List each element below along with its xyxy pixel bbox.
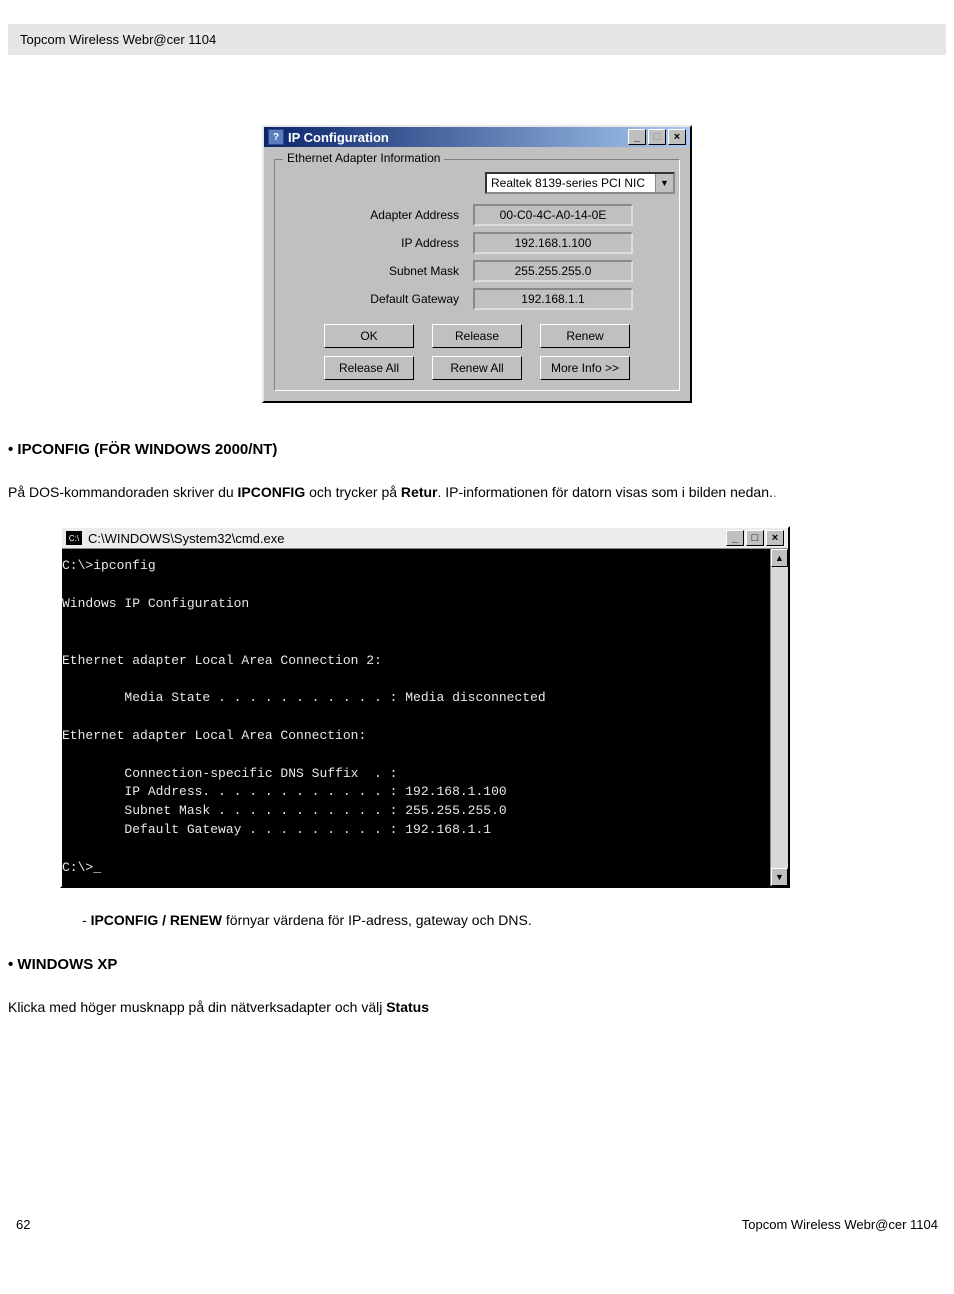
para-text: och trycker på [305, 484, 401, 500]
body-paragraph: På DOS-kommandoraden skriver du IPCONFIG… [8, 482, 946, 502]
sub-bullet: - IPCONFIG / RENEW förnyar värdena för I… [82, 912, 946, 928]
fieldset-legend: Ethernet Adapter Information [283, 151, 444, 165]
bullet-prefix: - [82, 912, 91, 928]
close-icon[interactable]: × [766, 530, 784, 546]
para-bold: IPCONFIG [238, 484, 306, 500]
cmd-window: C:\ C:\WINDOWS\System32\cmd.exe _ □ × C:… [60, 526, 790, 887]
scroll-up-icon[interactable]: ▲ [771, 549, 788, 567]
para-text: . IP-informationen för datorn visas som … [437, 484, 772, 500]
subnet-mask-value: 255.255.255.0 [473, 260, 633, 282]
dialog-body: Ethernet Adapter Information Realtek 813… [264, 147, 690, 401]
cmd-body-wrap: C:\>ipconfig Windows IP Configuration Et… [62, 548, 788, 885]
page-header: Topcom Wireless Webr@cer 1104 [8, 24, 946, 55]
scrollbar[interactable]: ▲ ▼ [770, 549, 788, 885]
dialog-title: IP Configuration [288, 130, 389, 145]
para-text: Klicka med höger musknapp på din nätverk… [8, 999, 386, 1015]
adapter-address-label: Adapter Address [285, 208, 473, 222]
close-icon[interactable]: × [668, 129, 686, 145]
ip-address-label: IP Address [285, 236, 473, 250]
subnet-mask-label: Subnet Mask [285, 264, 473, 278]
button-row-2: Release All Renew All More Info >> [285, 356, 669, 380]
para-bold: Status [386, 999, 429, 1015]
para-bold: Retur [401, 484, 438, 500]
ipconfig-dialog: ? IP Configuration _ □ × Ethernet Adapte… [262, 125, 692, 403]
footer-brand: Topcom Wireless Webr@cer 1104 [742, 1217, 938, 1232]
adapter-select[interactable]: Realtek 8139-series PCI NIC ▼ [485, 172, 675, 194]
green-dot: . [773, 484, 777, 500]
info-row: Default Gateway 192.168.1.1 [285, 288, 669, 310]
body-paragraph: Klicka med höger musknapp på din nätverk… [8, 997, 946, 1017]
cmd-icon: C:\ [66, 531, 82, 545]
scroll-down-icon[interactable]: ▼ [771, 868, 788, 886]
renew-all-button[interactable]: Renew All [432, 356, 522, 380]
para-text: På DOS-kommandoraden skriver du [8, 484, 238, 500]
ipconfig-dialog-wrap: ? IP Configuration _ □ × Ethernet Adapte… [8, 125, 946, 403]
bullet-bold: IPCONFIG / RENEW [91, 912, 222, 928]
default-gateway-value: 192.168.1.1 [473, 288, 633, 310]
dialog-app-icon: ? [268, 129, 284, 145]
adapter-address-value: 00-C0-4C-A0-14-0E [473, 204, 633, 226]
info-row: Adapter Address 00-C0-4C-A0-14-0E [285, 204, 669, 226]
maximize-icon[interactable]: □ [648, 129, 666, 145]
button-row-1: OK Release Renew [285, 324, 669, 348]
minimize-icon[interactable]: _ [726, 530, 744, 546]
cmd-output[interactable]: C:\>ipconfig Windows IP Configuration Et… [62, 549, 770, 885]
page-footer: 62 Topcom Wireless Webr@cer 1104 [8, 1217, 946, 1232]
scroll-track[interactable] [771, 567, 788, 867]
cmd-window-wrap: C:\ C:\WINDOWS\System32\cmd.exe _ □ × C:… [60, 526, 946, 887]
window-control-buttons: _ □ × [726, 530, 784, 546]
info-row: IP Address 192.168.1.100 [285, 232, 669, 254]
page-header-title: Topcom Wireless Webr@cer 1104 [20, 32, 216, 47]
release-all-button[interactable]: Release All [324, 356, 414, 380]
default-gateway-label: Default Gateway [285, 292, 473, 306]
ok-button[interactable]: OK [324, 324, 414, 348]
section-heading-ipconfig: • IPCONFIG (FÖR WINDOWS 2000/NT) [8, 441, 946, 458]
maximize-icon[interactable]: □ [746, 530, 764, 546]
bullet-rest: förnyar värdena för IP-adress, gateway o… [222, 912, 532, 928]
minimize-icon[interactable]: _ [628, 129, 646, 145]
more-info-button[interactable]: More Info >> [540, 356, 630, 380]
adapter-select-value: Realtek 8139-series PCI NIC [487, 174, 655, 192]
section-heading-winxp: • WINDOWS XP [8, 956, 946, 973]
release-button[interactable]: Release [432, 324, 522, 348]
info-row: Subnet Mask 255.255.255.0 [285, 260, 669, 282]
renew-button[interactable]: Renew [540, 324, 630, 348]
page-number: 62 [16, 1217, 30, 1232]
window-control-buttons: _ □ × [628, 129, 686, 145]
dialog-titlebar[interactable]: ? IP Configuration _ □ × [264, 127, 690, 147]
ip-address-value: 192.168.1.100 [473, 232, 633, 254]
cmd-title: C:\WINDOWS\System32\cmd.exe [88, 531, 284, 546]
cmd-titlebar[interactable]: C:\ C:\WINDOWS\System32\cmd.exe _ □ × [62, 528, 788, 548]
adapter-fieldset: Ethernet Adapter Information Realtek 813… [274, 159, 680, 391]
chevron-down-icon[interactable]: ▼ [655, 174, 673, 192]
